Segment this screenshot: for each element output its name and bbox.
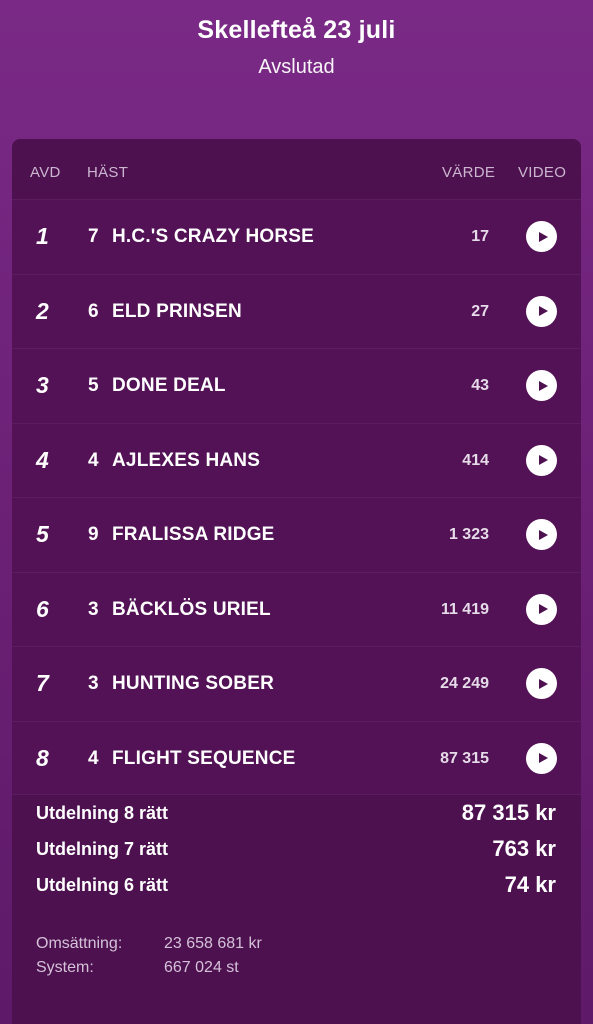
horse-number: 3	[88, 673, 99, 694]
stats-section: Omsättning: 23 658 681 kr System: 667 02…	[12, 935, 581, 983]
horse-name: AJLEXES HANS	[112, 449, 261, 471]
system-value: 667 024 st	[164, 959, 239, 976]
horse-name: FRALISSA RIDGE	[112, 524, 275, 545]
horse-number: 9	[88, 524, 99, 545]
page-title: Skellefteå 23 juli	[197, 16, 396, 44]
table-row: 4 4 AJLEXES HANS 414	[12, 422, 581, 497]
horse-name: HUNTING SOBER	[112, 673, 274, 694]
value: 24 249	[440, 675, 489, 692]
avd-number: 2	[36, 297, 49, 324]
payout-label: Utdelning 6 rätt	[36, 875, 169, 895]
value: 17	[471, 228, 489, 245]
table-row: 5 9 FRALISSA RIDGE 1 323	[12, 497, 581, 572]
horse-number: 7	[88, 226, 99, 247]
column-header-avd: AVD	[30, 164, 61, 181]
column-header-hast: HÄST	[87, 164, 129, 181]
payout-row: Utdelning 6 rätt 74 kr	[12, 867, 581, 903]
header: Skellefteå 23 juli Avslutad	[0, 0, 593, 140]
results-list: 1 7 H.C.'S CRAZY HORSE 17 2 6 ELD PRINSE…	[12, 199, 581, 795]
omsattning-label: Omsättning:	[36, 935, 123, 952]
value: 43	[471, 377, 489, 394]
play-icon	[538, 380, 548, 391]
table-row: 6 3 BÄCKLÖS URIEL 11 419	[12, 571, 581, 646]
value: 414	[462, 451, 489, 469]
horse-number: 3	[88, 598, 99, 620]
horse-name: ELD PRINSEN	[112, 300, 242, 322]
play-icon	[538, 678, 548, 689]
column-header-video: VIDEO	[518, 164, 567, 181]
avd-number: 4	[36, 446, 49, 473]
play-video-button[interactable]	[526, 593, 557, 625]
horse-name: DONE DEAL	[112, 375, 226, 396]
play-video-button[interactable]	[526, 668, 557, 699]
horse-number: 4	[88, 449, 99, 471]
horse-number: 6	[88, 300, 99, 322]
avd-number: 7	[36, 670, 49, 696]
value: 87 315	[440, 749, 489, 767]
payout-row: Utdelning 8 rätt 87 315 kr	[12, 795, 581, 831]
play-icon	[538, 231, 548, 242]
table-header: AVD HÄST VÄRDE VIDEO	[12, 139, 581, 199]
table-row: 2 6 ELD PRINSEN 27	[12, 273, 581, 348]
value: 1 323	[448, 526, 489, 543]
value: 11 419	[440, 600, 489, 618]
avd-number: 5	[36, 521, 49, 547]
horse-name: FLIGHT SEQUENCE	[112, 747, 296, 769]
horse-name: H.C.'S CRAZY HORSE	[112, 226, 315, 247]
payout-value: 87 315 kr	[461, 800, 556, 825]
system-label: System:	[36, 959, 94, 976]
horse-number: 4	[88, 747, 99, 769]
omsattning-value: 23 658 681 kr	[164, 935, 262, 952]
value: 27	[471, 302, 489, 320]
payout-value: 74 kr	[504, 872, 556, 897]
avd-number: 6	[36, 595, 49, 622]
status-text: Avslutad	[258, 56, 335, 78]
payout-label: Utdelning 7 rätt	[36, 839, 169, 859]
horse-name: BÄCKLÖS URIEL	[112, 598, 271, 620]
table-row: 1 7 H.C.'S CRAZY HORSE 17	[12, 199, 581, 274]
payout-value: 763 kr	[492, 836, 556, 861]
play-icon	[538, 529, 548, 540]
play-video-button[interactable]	[526, 295, 557, 327]
table-row: 8 4 FLIGHT SEQUENCE 87 315	[12, 720, 581, 795]
horse-number: 5	[88, 375, 99, 396]
play-video-button[interactable]	[526, 742, 557, 774]
payout-row: Utdelning 7 rätt 763 kr	[12, 831, 581, 867]
avd-number: 3	[36, 372, 49, 398]
play-video-button[interactable]	[526, 519, 557, 550]
payout-label: Utdelning 8 rätt	[36, 803, 169, 823]
results-card: AVD HÄST VÄRDE VIDEO 1 7 H.C.'S CRAZY HO…	[12, 139, 581, 1024]
payouts-section: Utdelning 8 rätt 87 315 kr Utdelning 7 r…	[12, 795, 581, 903]
play-icon	[538, 753, 548, 763]
column-header-varde: VÄRDE	[442, 164, 496, 181]
avd-number: 1	[36, 223, 49, 249]
play-icon	[538, 604, 548, 614]
table-row: 3 5 DONE DEAL 43	[12, 348, 581, 423]
play-video-button[interactable]	[526, 370, 557, 401]
avd-number: 8	[36, 744, 49, 771]
play-icon	[538, 306, 548, 316]
table-row: 7 3 HUNTING SOBER 24 249	[12, 646, 581, 721]
play-icon	[538, 455, 548, 465]
play-video-button[interactable]	[526, 444, 557, 476]
stat-row-system: System: 667 024 st	[12, 959, 581, 983]
stat-row-omsattning: Omsättning: 23 658 681 kr	[12, 935, 581, 959]
play-video-button[interactable]	[526, 221, 557, 252]
